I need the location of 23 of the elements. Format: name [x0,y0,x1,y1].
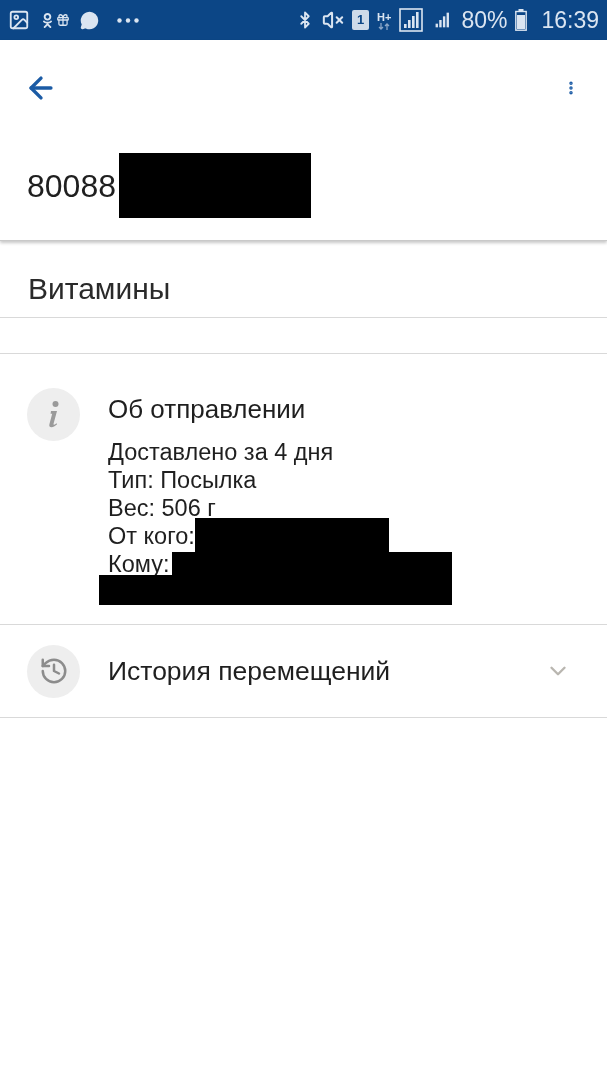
info-line: Тип: Посылка [108,466,257,494]
data-arrows-icon [378,22,391,30]
gift-icon [56,13,70,27]
person-logo-icon [40,12,55,28]
sim-indicator: 1 [352,10,369,30]
battery-icon [515,9,528,31]
section-title: Об отправлении [108,394,306,424]
info-line: Доставлено за 4 дня [108,438,334,466]
info-line: Кому: [108,550,170,578]
chat-bubble-icon [80,10,99,30]
parcel-name: Витамины [28,272,171,305]
info-line: Вес: 506 г [108,494,216,522]
history-icon [27,644,80,698]
info-icon [27,388,80,441]
battery-percentage: 80% [461,6,508,34]
network-type: H+ [377,10,392,23]
image-icon [8,9,30,31]
signal-icon [399,8,424,32]
more-dots-icon [117,17,139,23]
tracking-number: 80088 [27,166,116,206]
status-time: 16:39 [541,6,599,34]
mute-icon [322,9,344,31]
info-line: От кого: [108,522,195,550]
